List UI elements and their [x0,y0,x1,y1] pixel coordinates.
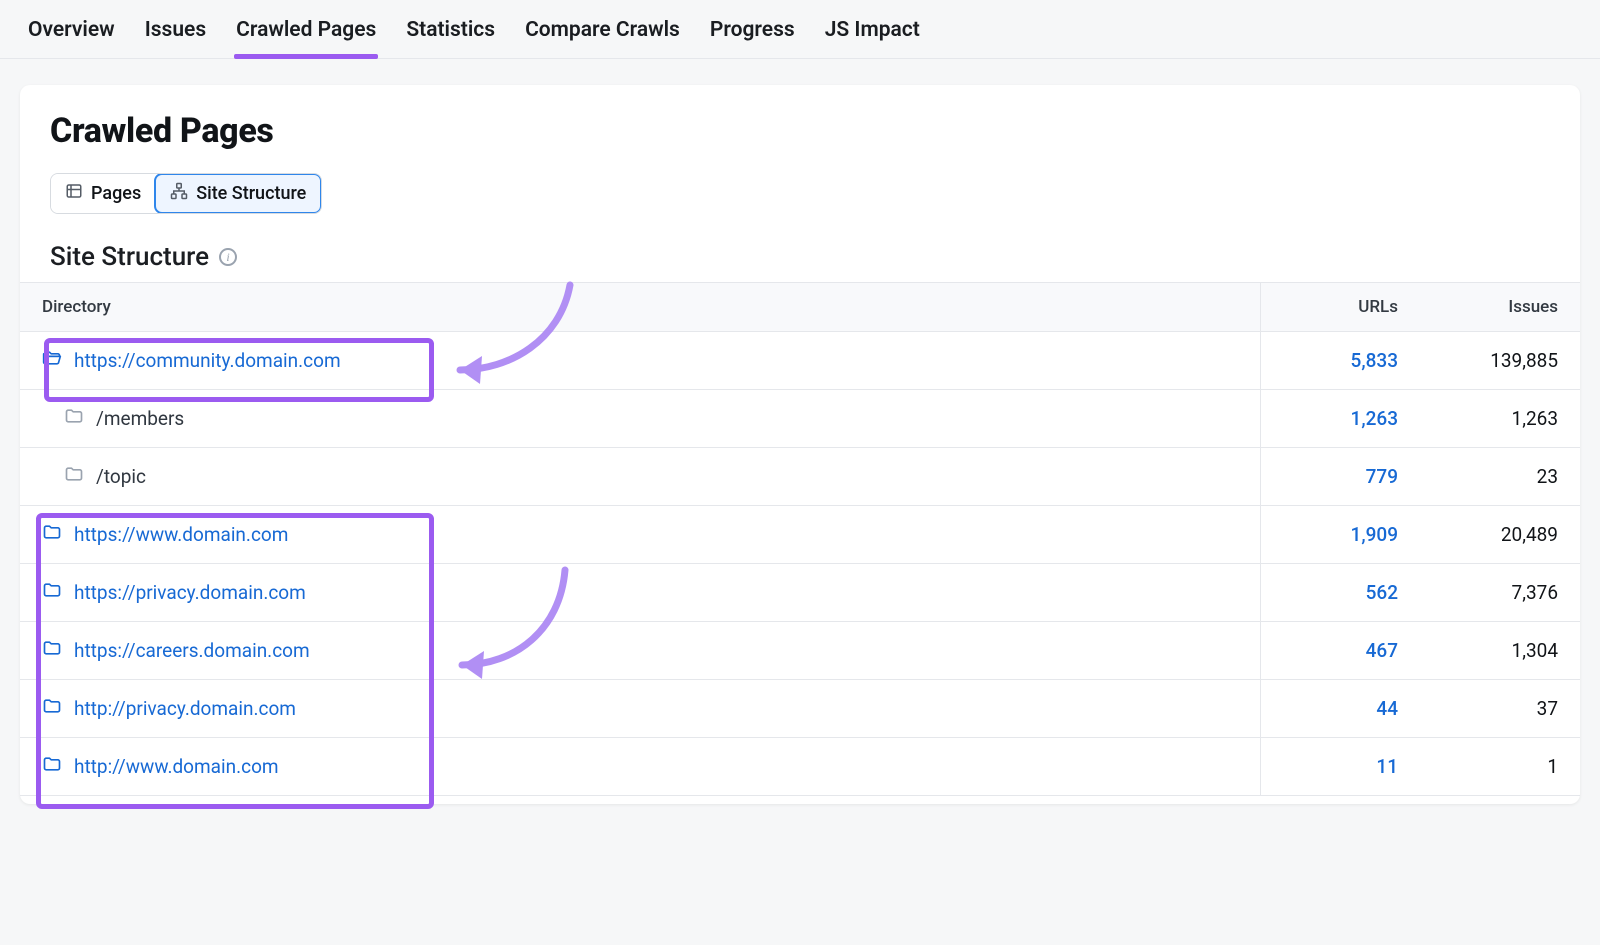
tab-overview[interactable]: Overview [26,14,117,58]
table-row: https://privacy.domain.com 5627,376 [20,564,1580,622]
issues-count: 1 [1420,738,1580,796]
crawled-pages-card: Crawled Pages Pages [20,85,1580,804]
section-heading-text: Site Structure [50,242,209,272]
urls-count[interactable]: 11 [1260,738,1420,796]
col-header-urls[interactable]: URLs [1260,283,1420,332]
site-structure-table: Directory URLs Issues https://community.… [20,282,1580,796]
tab-statistics[interactable]: Statistics [404,14,497,58]
issues-count: 20,489 [1420,506,1580,564]
folder-icon[interactable] [42,522,62,547]
view-switch-structure-label: Site Structure [196,183,306,204]
view-switch-pages[interactable]: Pages [51,174,155,213]
col-header-issues[interactable]: Issues [1420,283,1580,332]
directory-label[interactable]: https://community.domain.com [74,349,341,372]
folder-icon[interactable] [42,580,62,605]
folder-icon[interactable] [42,638,62,663]
table-row: https://careers.domain.com 4671,304 [20,622,1580,680]
tab-progress[interactable]: Progress [708,14,797,58]
folder-icon[interactable] [42,754,62,779]
page-title: Crawled Pages [50,111,1550,151]
directory-label: /topic [96,465,146,488]
table-row: https://community.domain.com 5,833139,885 [20,332,1580,390]
folder-icon[interactable] [64,464,84,489]
urls-count[interactable]: 562 [1260,564,1420,622]
folder-open-icon[interactable] [42,348,62,373]
urls-count[interactable]: 779 [1260,448,1420,506]
sitemap-icon [170,182,188,205]
view-switch-pages-label: Pages [91,183,141,204]
pages-icon [65,182,83,205]
table-row: http://www.domain.com 111 [20,738,1580,796]
view-switch-site-structure[interactable]: Site Structure [154,173,322,214]
urls-count[interactable]: 44 [1260,680,1420,738]
table-row: /members 1,2631,263 [20,390,1580,448]
view-switch: Pages Site Structure [50,173,322,214]
directory-label[interactable]: http://www.domain.com [74,755,279,778]
directory-label[interactable]: https://careers.domain.com [74,639,310,662]
urls-count[interactable]: 467 [1260,622,1420,680]
issues-count: 37 [1420,680,1580,738]
issues-count: 1,263 [1420,390,1580,448]
issues-count: 23 [1420,448,1580,506]
urls-count[interactable]: 5,833 [1260,332,1420,390]
directory-label[interactable]: https://privacy.domain.com [74,581,306,604]
urls-count[interactable]: 1,909 [1260,506,1420,564]
tab-js-impact[interactable]: JS Impact [823,14,922,58]
top-nav: Overview Issues Crawled Pages Statistics… [0,0,1600,59]
table-row: https://www.domain.com 1,90920,489 [20,506,1580,564]
issues-count: 7,376 [1420,564,1580,622]
folder-icon[interactable] [64,406,84,431]
tab-compare-crawls[interactable]: Compare Crawls [523,14,682,58]
folder-icon[interactable] [42,696,62,721]
table-row: http://privacy.domain.com 4437 [20,680,1580,738]
col-header-directory[interactable]: Directory [20,283,1260,332]
tab-crawled-pages[interactable]: Crawled Pages [234,14,378,58]
urls-count[interactable]: 1,263 [1260,390,1420,448]
issues-count: 139,885 [1420,332,1580,390]
table-row: /topic 77923 [20,448,1580,506]
info-icon[interactable]: i [219,248,237,266]
tab-issues[interactable]: Issues [143,14,208,58]
directory-label: /members [96,407,184,430]
directory-label[interactable]: http://privacy.domain.com [74,697,296,720]
section-heading: Site Structure i [50,242,1550,272]
directory-label[interactable]: https://www.domain.com [74,523,288,546]
issues-count: 1,304 [1420,622,1580,680]
